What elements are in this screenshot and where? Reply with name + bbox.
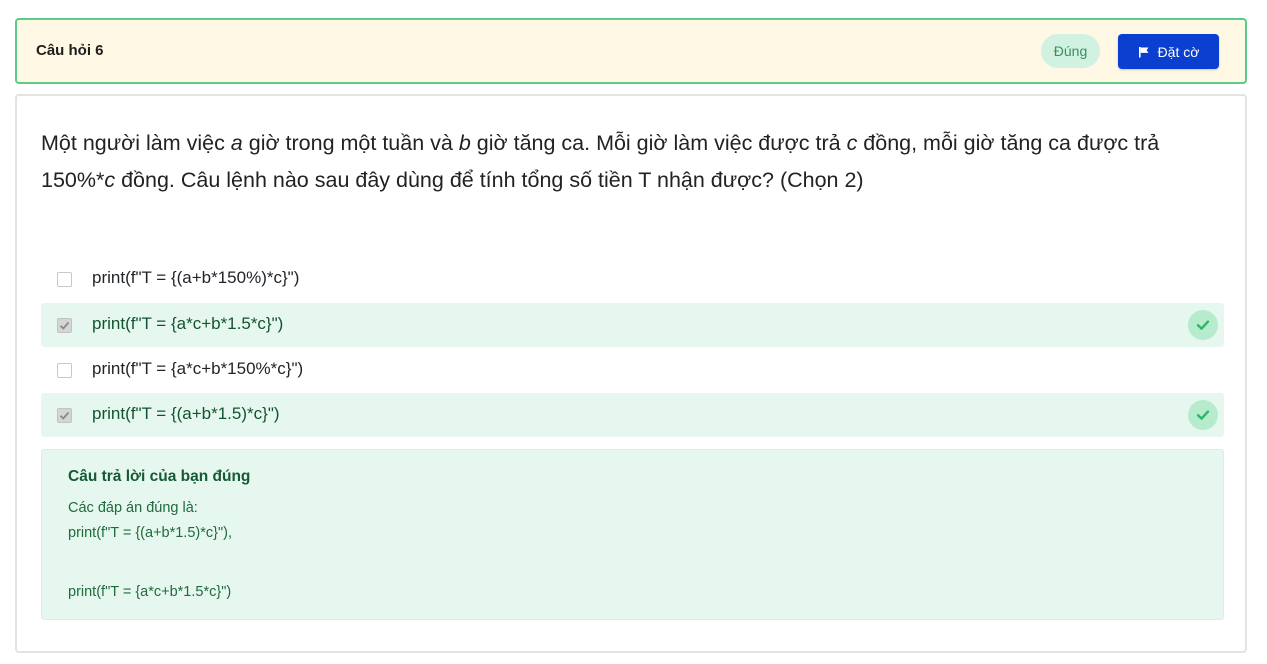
flag-question-button[interactable]: Đặt cờ [1118, 34, 1219, 69]
feedback-intro: Các đáp án đúng là: [68, 500, 198, 516]
answer-option-1[interactable]: print(f"T = {(a+b*150%)*c}") [41, 257, 1224, 301]
answer-option-text: print(f"T = {(a+b*150%)*c}") [92, 268, 300, 287]
question-number: Câu hỏi 6 [36, 42, 104, 59]
variable-c: c [104, 168, 116, 192]
feedback-panel: Câu trả lời của bạn đúng Các đáp án đúng… [41, 449, 1224, 620]
question-text-part: đồng. Câu lệnh nào sau đây dùng để tính … [115, 168, 864, 192]
flag-icon [1138, 46, 1150, 58]
variable-b: b [458, 131, 471, 155]
answer-checkbox[interactable] [57, 318, 72, 333]
question-text-part: Một người làm việc [41, 131, 231, 155]
variable-a: a [230, 131, 243, 155]
check-icon [1188, 310, 1218, 340]
question-text-part: giờ tăng ca. Mỗi giờ làm việc được trả [470, 131, 847, 155]
flag-button-label: Đặt cờ [1157, 43, 1200, 60]
feedback-answer-1: print(f"T = {(a+b*1.5)*c}"), [68, 525, 232, 541]
question-text: Một người làm việc a giờ trong một tuần … [41, 125, 1231, 199]
check-icon [1188, 400, 1218, 430]
answer-option-text: print(f"T = {a*c+b*1.5*c}") [92, 314, 284, 333]
question-card: Một người làm việc a giờ trong một tuần … [15, 94, 1247, 653]
feedback-title: Câu trả lời của bạn đúng [68, 468, 251, 485]
variable-c: c [846, 131, 858, 155]
answer-option-4[interactable]: print(f"T = {(a+b*1.5)*c}") [41, 393, 1224, 437]
question-text-part: giờ trong một tuần và [242, 131, 459, 155]
answer-option-2[interactable]: print(f"T = {a*c+b*1.5*c}") [41, 303, 1224, 347]
answer-option-text: print(f"T = {a*c+b*150%*c}") [92, 359, 304, 378]
question-header: Câu hỏi 6 Đúng Đặt cờ [15, 18, 1247, 84]
answer-checkbox[interactable] [57, 408, 72, 423]
answer-option-3[interactable]: print(f"T = {a*c+b*150%*c}") [41, 348, 1224, 392]
answer-checkbox[interactable] [57, 363, 72, 378]
status-badge: Đúng [1041, 34, 1100, 68]
answer-option-text: print(f"T = {(a+b*1.5)*c}") [92, 404, 280, 423]
feedback-answer-2: print(f"T = {a*c+b*1.5*c}") [68, 584, 232, 600]
answer-checkbox[interactable] [57, 272, 72, 287]
